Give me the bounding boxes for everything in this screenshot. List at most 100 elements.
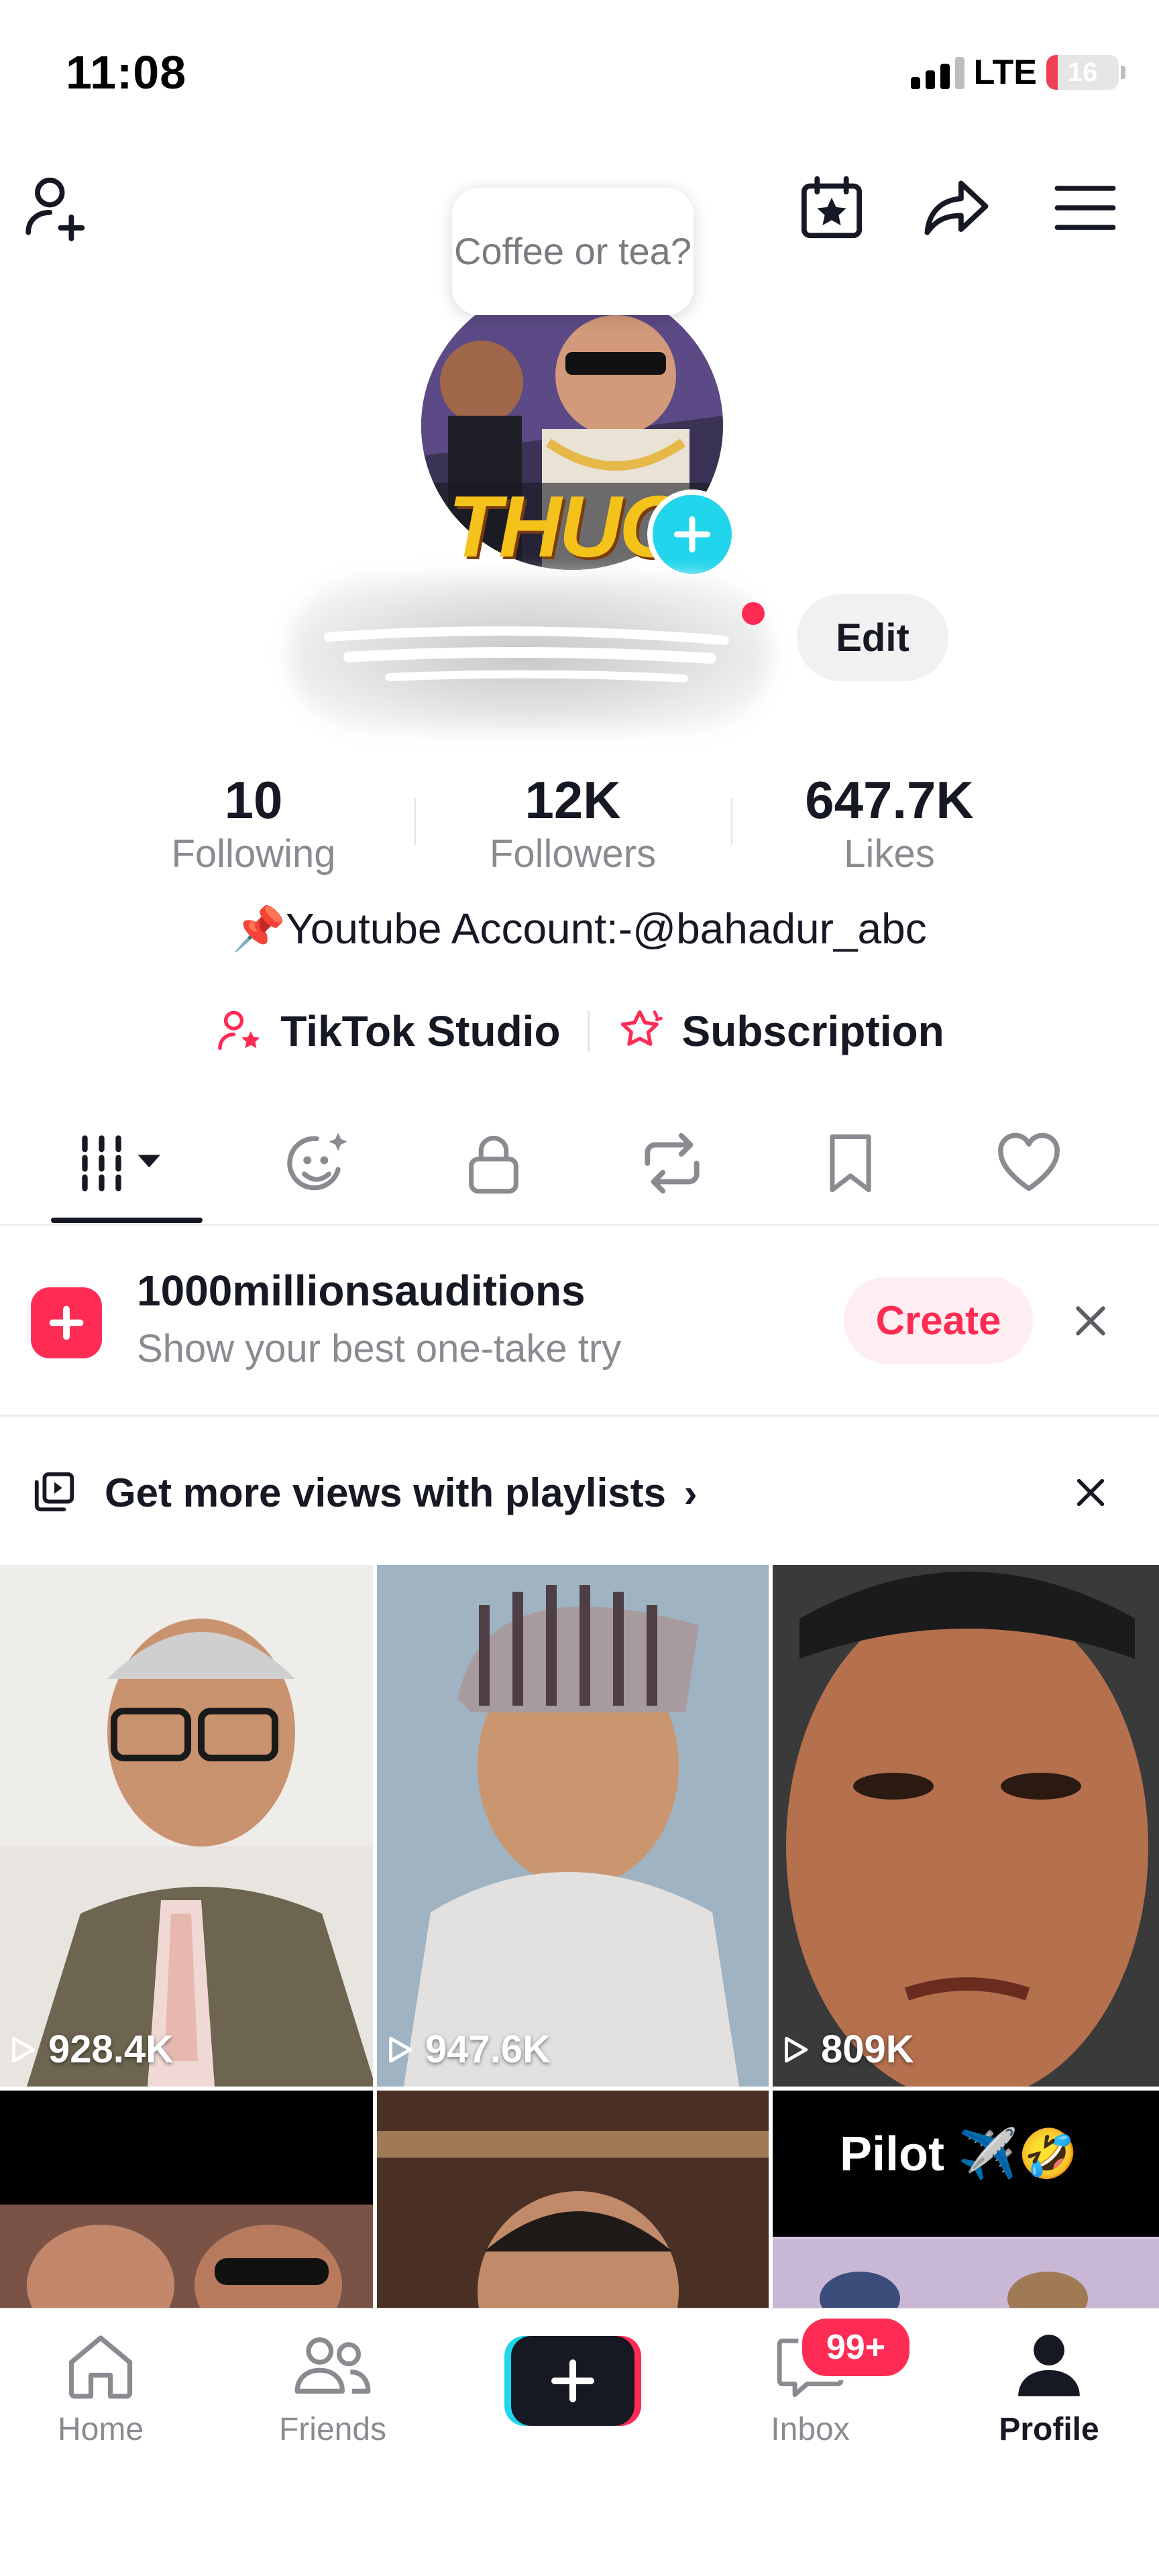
- video-thumbnail-image: [773, 2091, 1159, 2308]
- status-time: 11:08: [66, 46, 187, 99]
- plus-icon: [504, 2336, 641, 2426]
- tab-videos[interactable]: [51, 1113, 203, 1214]
- status-indicators: LTE 16: [910, 52, 1125, 93]
- subscription-star-icon: [620, 1010, 663, 1046]
- view-count-text: 928.4K: [48, 2028, 174, 2071]
- face-sparkle-icon: [287, 1132, 347, 1191]
- playlist-prompt-link[interactable]: Get more views with playlists ›: [105, 1470, 698, 1516]
- audition-title[interactable]: 1000millionsauditions: [137, 1266, 586, 1315]
- add-avatar-button[interactable]: [647, 489, 737, 579]
- video-thumbnail[interactable]: 947.6K: [377, 1565, 769, 2087]
- profile-bio: 📌Youtube Account:-@bahadur_abc: [232, 904, 927, 953]
- nav-friends[interactable]: Friends: [232, 2327, 433, 2448]
- subscription-label: Subscription: [681, 1007, 944, 1055]
- video-thumbnail[interactable]: 809K: [773, 1565, 1159, 2087]
- followers-count: 12K: [525, 770, 621, 829]
- video-thumbnail-image: [0, 2091, 373, 2308]
- tiktok-studio-label: TikTok Studio: [280, 1007, 561, 1055]
- video-thumbnail-image: [377, 1565, 769, 2087]
- share-button[interactable]: [916, 168, 997, 248]
- menu-button[interactable]: [1045, 168, 1125, 248]
- view-count-text: 947.6K: [425, 2028, 551, 2071]
- likes-count: 647.7K: [805, 770, 974, 829]
- tiktok-studio-link[interactable]: TikTok Studio: [215, 1006, 561, 1057]
- signal-icon: [910, 56, 964, 89]
- followers-label: Followers: [489, 832, 657, 876]
- section-divider: [0, 1415, 1159, 1417]
- share-arrow-icon: [924, 180, 989, 235]
- view-count: 928.4K: [5, 2027, 174, 2072]
- stats-divider: [415, 798, 416, 845]
- audition-icon: [31, 1287, 102, 1358]
- heart-icon: [998, 1132, 1060, 1191]
- following-count: 10: [224, 770, 283, 829]
- add-friend-button[interactable]: [19, 168, 99, 248]
- stat-likes[interactable]: 647.7K Likes: [755, 770, 1024, 878]
- lock-icon: [469, 1136, 518, 1194]
- chevron-right-icon: ›: [683, 1470, 698, 1515]
- nav-profile[interactable]: Profile: [948, 2327, 1150, 2448]
- plus-icon: [49, 1305, 84, 1340]
- create-video-button[interactable]: [504, 2336, 641, 2426]
- close-icon: [1076, 1306, 1105, 1336]
- tab-favorites[interactable]: [804, 1113, 897, 1214]
- add-user-icon: [25, 177, 85, 241]
- tab-reposts[interactable]: [625, 1113, 719, 1214]
- links-divider: [587, 1011, 590, 1051]
- profile-icon: [1018, 2335, 1080, 2396]
- edit-profile-button[interactable]: Edit: [797, 594, 948, 681]
- view-count: 947.6K: [382, 2027, 551, 2072]
- bookmark-icon: [830, 1134, 871, 1193]
- stats-divider: [731, 798, 732, 845]
- subscription-link[interactable]: Subscription: [616, 1006, 944, 1057]
- nav-home[interactable]: Home: [0, 2327, 201, 2448]
- playlist-icon: [31, 1468, 78, 1515]
- video-thumbnail-image: [773, 1565, 1159, 2087]
- view-count: 809K: [778, 2027, 914, 2072]
- video-caption: Pilot ✈️🤣: [840, 2127, 1079, 2181]
- stat-following[interactable]: 10 Following: [119, 770, 388, 878]
- likes-label: Likes: [844, 832, 935, 876]
- close-icon: [1077, 1478, 1105, 1507]
- repost-icon: [645, 1132, 700, 1194]
- video-thumbnail[interactable]: [0, 2091, 373, 2308]
- hamburger-menu-icon: [1054, 186, 1116, 230]
- creator-star-icon: [218, 1010, 260, 1051]
- audition-subtitle: Show your best one-take try: [137, 1327, 622, 1370]
- nav-friends-label: Friends: [278, 2412, 387, 2447]
- tab-liked[interactable]: [982, 1113, 1076, 1214]
- play-icon: [12, 2036, 36, 2062]
- grid-videos-icon: [82, 1135, 160, 1191]
- battery-icon: 16: [1046, 55, 1125, 90]
- video-thumbnail[interactable]: [377, 2091, 769, 2308]
- home-icon: [68, 2335, 133, 2399]
- following-label: Following: [171, 832, 336, 876]
- nav-profile-label: Profile: [999, 2412, 1099, 2447]
- play-icon: [785, 2036, 808, 2062]
- active-tab-indicator: [51, 1218, 203, 1223]
- events-button[interactable]: [791, 168, 872, 248]
- battery-percent: 16: [1067, 57, 1098, 87]
- video-thumbnail[interactable]: 928.4K: [0, 1565, 373, 2087]
- nav-home-label: Home: [57, 2412, 144, 2447]
- scribble-overlay: [324, 626, 729, 683]
- video-thumbnail-image: [0, 1565, 373, 2087]
- calendar-star-icon: [801, 176, 863, 239]
- note-bubble[interactable]: Coffee or tea?: [452, 188, 694, 315]
- create-button[interactable]: Create: [844, 1277, 1033, 1364]
- view-count-text: 809K: [821, 2028, 914, 2071]
- friends-icon: [294, 2337, 371, 2394]
- video-thumbnail[interactable]: Pilot ✈️🤣: [773, 2091, 1159, 2308]
- network-label: LTE: [973, 53, 1037, 92]
- nav-inbox-label: Inbox: [771, 2412, 850, 2447]
- play-icon: [389, 2036, 412, 2062]
- close-playlist-prompt-button[interactable]: [1064, 1466, 1117, 1519]
- tab-reposts-ai[interactable]: [270, 1113, 364, 1214]
- close-audition-button[interactable]: [1064, 1294, 1117, 1348]
- tab-private[interactable]: [447, 1113, 541, 1214]
- online-dot: [742, 602, 765, 625]
- plus-icon: [674, 516, 710, 552]
- inbox-badge: 99+: [798, 2315, 914, 2380]
- video-thumbnail-image: [377, 2091, 769, 2308]
- stat-followers[interactable]: 12K Followers: [439, 770, 707, 878]
